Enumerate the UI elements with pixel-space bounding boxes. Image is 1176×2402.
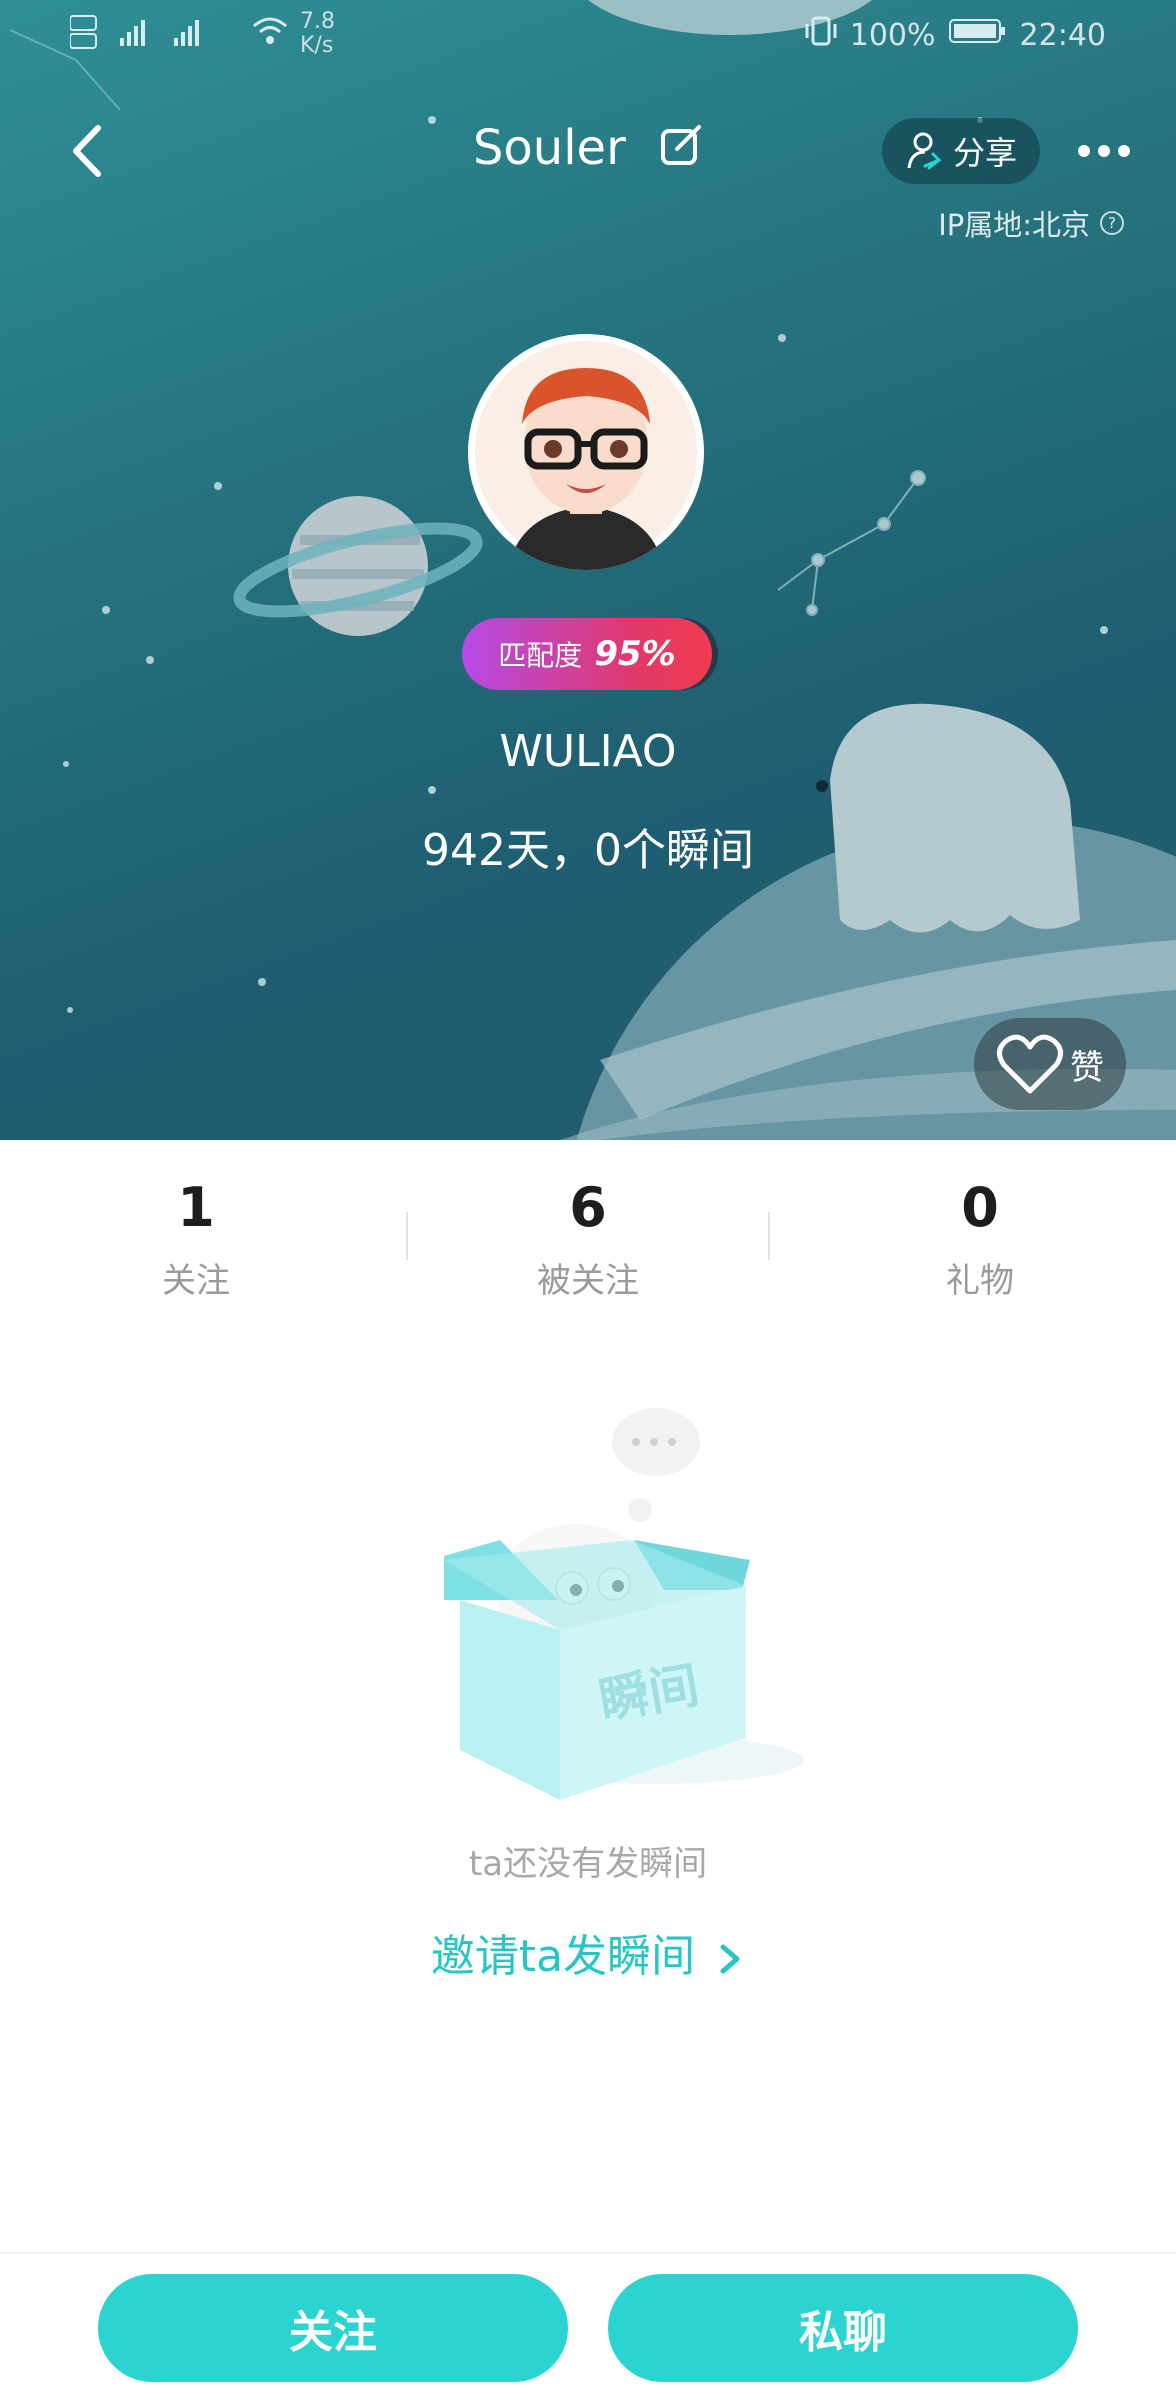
stats-row: 1 关注 6 被关注 0 礼物: [0, 1170, 1176, 1310]
share-label: 分享: [952, 134, 1017, 172]
profile-summary: 942天，0个瞬间: [422, 825, 754, 876]
stat-followers[interactable]: 6 被关注: [392, 1170, 784, 1310]
invite-label: 邀请ta发瞬间: [430, 1931, 696, 1982]
share-user-icon: [907, 132, 942, 170]
nickname-title: Souler: [472, 120, 626, 176]
status-bar: 7.8 K/s 100% 22:40: [0, 0, 1176, 72]
signal-icon: [69, 10, 240, 58]
ip-location-text: IP属地:北京: [938, 208, 1090, 242]
share-button[interactable]: 分享: [882, 118, 1040, 184]
clock: 22:40: [1019, 17, 1106, 53]
bottom-action-bar: 关注 私聊: [0, 2252, 1176, 2402]
stat-label: 关注: [162, 1261, 230, 1301]
stat-value: 1: [177, 1176, 215, 1239]
stat-value: 6: [569, 1176, 607, 1239]
chat-button[interactable]: 私聊: [608, 2274, 1078, 2382]
ip-location: IP属地:北京 ?: [938, 202, 1124, 244]
match-rate-badge: 匹配度 95%: [462, 618, 712, 690]
battery-percent: 100%: [849, 17, 936, 53]
stat-label: 礼物: [946, 1261, 1014, 1301]
match-value: 95%: [594, 634, 676, 674]
like-button[interactable]: 赞: [974, 1018, 1126, 1110]
avatar-image: [469, 335, 703, 570]
heart-icon: [997, 1034, 1063, 1094]
stat-following[interactable]: 1 关注: [0, 1170, 392, 1310]
vibrate-icon: [804, 14, 838, 56]
follow-button[interactable]: 关注: [98, 2274, 568, 2382]
battery-icon: [948, 16, 1008, 54]
avatar[interactable]: [468, 334, 704, 570]
empty-box-illustration: 瞬间: [404, 1390, 824, 1810]
match-label: 匹配度: [498, 639, 583, 672]
invite-post-link[interactable]: 邀请ta发瞬间: [0, 1920, 1176, 1984]
like-label: 赞: [1070, 1047, 1104, 1088]
more-options-button[interactable]: [1074, 124, 1134, 178]
stat-gifts[interactable]: 0 礼物: [784, 1170, 1176, 1310]
top-nav: Souler 分享: [0, 108, 1176, 198]
stat-value: 0: [961, 1176, 999, 1239]
username: WULIAO: [499, 726, 677, 777]
wifi-icon: [250, 12, 290, 56]
network-speed: 7.8 K/s: [300, 9, 335, 58]
empty-state-message: ta还没有发瞬间: [468, 1844, 708, 1884]
profile-hero-background: 7.8 K/s 100% 22:40 Souler 分享 IP属地:北京 ? 匹…: [0, 0, 1176, 1140]
more-dots-icon: [1078, 145, 1130, 157]
edit-icon[interactable]: [659, 123, 703, 179]
stat-label: 被关注: [537, 1261, 639, 1301]
chevron-right-icon: [720, 1944, 740, 1974]
divider: [768, 1212, 770, 1260]
help-icon[interactable]: ?: [1100, 211, 1124, 235]
